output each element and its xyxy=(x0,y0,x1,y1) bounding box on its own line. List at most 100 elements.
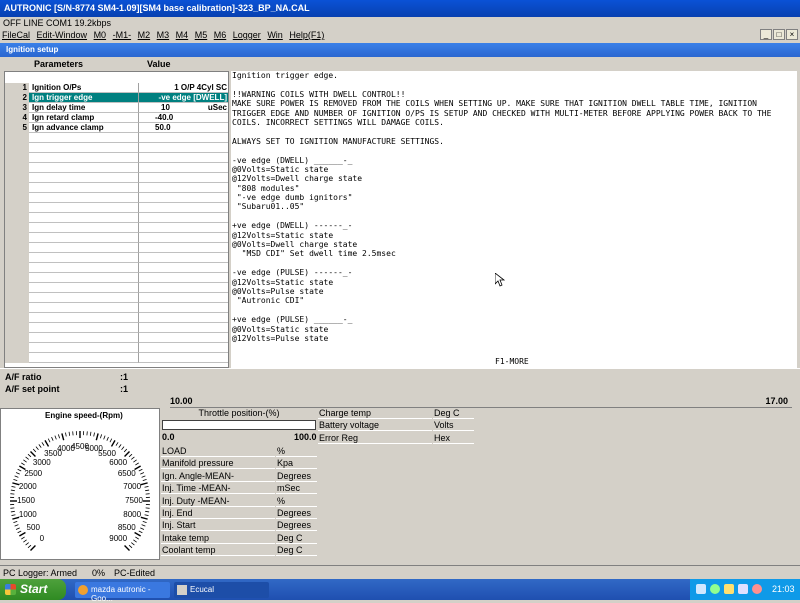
help-text-line xyxy=(232,146,797,155)
help-text-line: +ve edge (PULSE) ______-_ xyxy=(232,315,797,324)
empty-param-row xyxy=(5,293,229,303)
taskbar-item-browser[interactable]: mazda autronic - Goo... xyxy=(75,582,170,598)
gauge-minor-tick xyxy=(104,436,105,440)
row-number-cell xyxy=(5,303,29,313)
gauge-minor-tick xyxy=(100,434,101,438)
param-value-cell xyxy=(139,313,229,323)
menu-m4[interactable]: M4 xyxy=(174,29,191,41)
row-number-cell xyxy=(5,243,29,253)
gauge-tick-label: 1500 xyxy=(14,496,38,505)
gauge-minor-tick xyxy=(142,476,146,477)
help-text-line: @0Volts=Static state xyxy=(232,325,797,334)
gauge-minor-tick xyxy=(145,486,149,487)
taskbar-item-ecucal[interactable]: Ecucal xyxy=(174,582,269,598)
gauge-minor-tick xyxy=(21,537,24,539)
help-text-line xyxy=(232,80,797,89)
gauge-minor-tick xyxy=(69,432,70,436)
volume-icon[interactable] xyxy=(738,584,748,594)
gauge-major-tick xyxy=(135,533,141,537)
minimize-button[interactable]: _ xyxy=(760,29,772,40)
param-name-cell xyxy=(29,343,139,353)
close-button[interactable]: × xyxy=(786,29,798,40)
param-value[interactable]: -ve edge [DWELL] xyxy=(139,93,229,103)
param-name-cell xyxy=(29,223,139,233)
start-button[interactable]: Start xyxy=(0,579,66,600)
row-number: 5 xyxy=(5,123,29,133)
readout-unit: Volts xyxy=(433,420,474,431)
browser-icon xyxy=(78,585,88,595)
param-value-cell[interactable]: 10uSec xyxy=(139,103,229,113)
gauge-minor-tick xyxy=(11,490,15,491)
tray-app-icon[interactable] xyxy=(710,584,720,594)
row-number-cell xyxy=(5,353,29,363)
gauge-minor-tick xyxy=(140,473,144,475)
param-name-cell xyxy=(29,133,139,143)
gauge-minor-tick xyxy=(107,437,109,441)
menu-m0[interactable]: M0 xyxy=(92,29,109,41)
readout-label: Inj. Start xyxy=(161,520,275,531)
tray-app-icon[interactable] xyxy=(724,584,734,594)
param-value[interactable]: 1 O/P 4Cyl SC xyxy=(139,83,229,93)
empty-param-row xyxy=(5,223,229,233)
param-value[interactable]: -40.0 xyxy=(139,113,229,123)
menu-filecal[interactable]: FileCal xyxy=(0,29,32,41)
param-row[interactable]: 3 Ign delay time 10uSec xyxy=(5,103,229,113)
clock[interactable]: 21:03 xyxy=(772,584,795,594)
row-number-cell xyxy=(5,273,29,283)
param-value[interactable]: 50.0 xyxy=(139,123,229,133)
logger-percent: 0% xyxy=(92,568,105,578)
row-number-cell xyxy=(5,313,29,323)
menu-edit-window[interactable]: Edit-Window xyxy=(35,29,90,41)
security-icon[interactable] xyxy=(752,584,762,594)
param-name-cell xyxy=(29,263,139,273)
param-name-cell xyxy=(29,193,139,203)
menu-m2[interactable]: M2 xyxy=(136,29,153,41)
param-value-cell xyxy=(139,323,229,333)
gauge-minor-tick xyxy=(135,463,138,465)
gauge-tick-label: 3000 xyxy=(30,458,54,467)
gauge-minor-tick xyxy=(139,469,143,471)
gauge-tick-label: 1000 xyxy=(16,510,40,519)
readout-label: Battery voltage xyxy=(318,420,432,431)
menu-m3[interactable]: M3 xyxy=(155,29,172,41)
gauge-minor-tick xyxy=(65,433,66,437)
help-text-line: @12Volts=Dwell charge state xyxy=(232,174,797,183)
menu-m6[interactable]: M6 xyxy=(212,29,229,41)
gauge-major-tick xyxy=(45,440,49,446)
menu-m5[interactable]: M5 xyxy=(193,29,210,41)
logger-status: PC Logger: Armed xyxy=(3,568,77,578)
gauge-major-tick xyxy=(125,546,130,551)
param-row[interactable]: 1 Ignition O/Ps 1 O/P 4Cyl SC xyxy=(5,83,229,93)
restore-button[interactable]: □ xyxy=(773,29,785,40)
menu-logger[interactable]: Logger xyxy=(231,29,263,41)
param-name-cell xyxy=(29,213,139,223)
gauge-minor-tick xyxy=(15,525,19,526)
network-icon[interactable] xyxy=(696,584,706,594)
menu-help[interactable]: Help(F1) xyxy=(287,29,326,41)
param-value-cell xyxy=(139,263,229,273)
row-number-cell xyxy=(5,153,29,163)
menu-m1[interactable]: -M1- xyxy=(111,29,134,41)
help-text-line: Ignition trigger edge. xyxy=(232,71,797,80)
gauge-tick-label: 7000 xyxy=(120,482,144,491)
row-number-cell xyxy=(5,203,29,213)
empty-param-row xyxy=(5,233,229,243)
readout-unit: % xyxy=(276,446,317,457)
menu-win[interactable]: Win xyxy=(265,29,285,41)
gauge-minor-tick xyxy=(55,436,56,440)
gauge-major-tick xyxy=(31,452,36,457)
help-text-line xyxy=(232,259,797,268)
param-name-cell xyxy=(29,293,139,303)
gauge-minor-tick xyxy=(145,515,149,516)
throttle-max: 100.0 xyxy=(294,432,317,442)
readout-unit: Deg C xyxy=(276,545,317,556)
help-text-line: "808 modules" xyxy=(232,184,797,193)
taskbar-item-label: Ecucal xyxy=(190,585,214,594)
param-value-cell xyxy=(139,243,229,253)
gauge-minor-tick xyxy=(119,444,121,447)
param-unit: uSec xyxy=(208,103,227,112)
param-row[interactable]: 4 Ign retard clamp -40.0 xyxy=(5,113,229,123)
param-row-selected[interactable]: 2 Ign trigger edge -ve edge [DWELL] xyxy=(5,93,229,103)
gauge-minor-tick xyxy=(122,447,125,450)
param-row[interactable]: 5 Ign advance clamp 50.0 xyxy=(5,123,229,133)
